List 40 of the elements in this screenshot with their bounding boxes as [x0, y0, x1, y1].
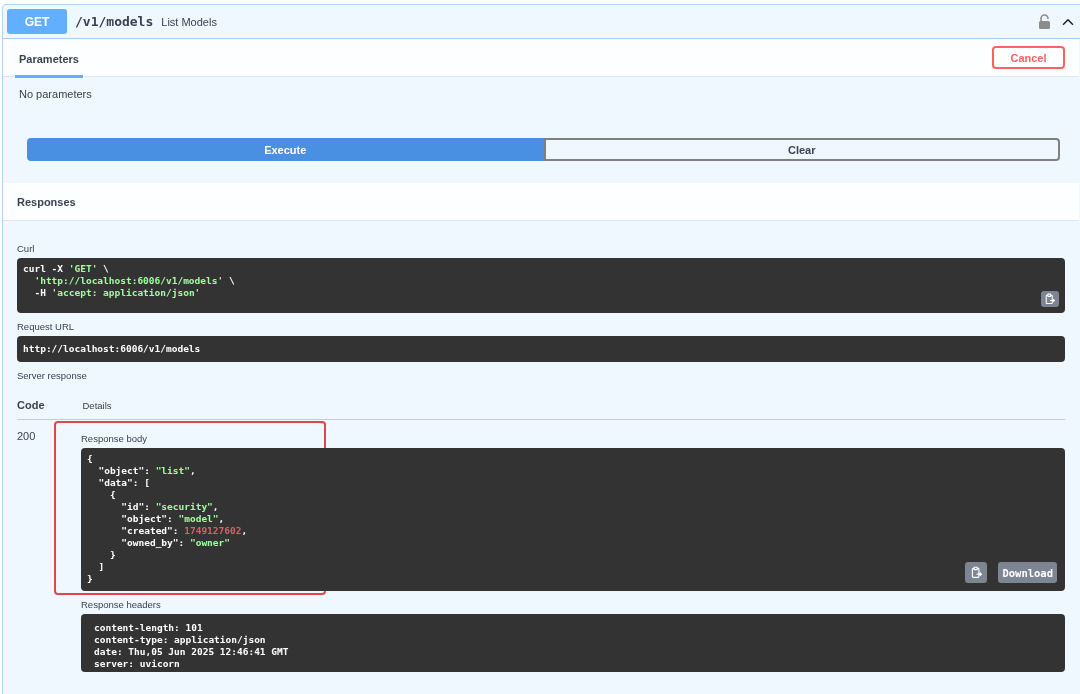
code-line: "id": "security",	[120, 501, 219, 513]
unlocked-lock-icon[interactable]	[1038, 14, 1051, 29]
column-header: Code	[17, 399, 45, 411]
section-tab[interactable]: Parameters	[15, 40, 83, 78]
code-line: "object": "model",	[120, 513, 225, 525]
code-line: }	[108, 549, 116, 561]
code-line: curl -X 'GET' \	[23, 263, 109, 275]
request-url-label: Request URL	[17, 321, 76, 332]
code-line: -H 'accept: application/json'	[33, 287, 201, 299]
code-line: "created": 1749127602,	[120, 525, 248, 537]
code-line: }	[87, 573, 93, 585]
server-response-label: Server response	[17, 370, 88, 381]
no-parameters-text: No parameters	[19, 88, 93, 100]
code-line: ]	[97, 561, 105, 573]
status-code: 200	[17, 429, 37, 444]
clear-button[interactable]: Clear	[543, 138, 1060, 161]
method-badge: GET	[7, 9, 67, 34]
code-line: "object": "list",	[97, 465, 196, 477]
code-line: {	[87, 453, 93, 465]
code-line: {	[108, 489, 116, 501]
request-url-value: http://localhost:6006/v1/models	[17, 336, 1065, 362]
response-headers-label: Response headers	[81, 599, 162, 610]
code-line: 'http://localhost:6006/v1/models' \	[33, 275, 235, 287]
download-button[interactable]: Download	[998, 562, 1057, 583]
response-body-label: Response body	[81, 433, 149, 444]
endpoint-summary: List Models	[161, 15, 218, 28]
header-line: date: Thu,05 Jun 2025 12:46:41 GMT	[94, 646, 289, 658]
header-line: content-length: 101	[94, 622, 203, 634]
code-line: "data": [	[97, 477, 150, 489]
copy-icon	[969, 566, 983, 579]
code-line: "owned_by": "owner"	[120, 537, 230, 549]
endpoint-path: /v1/models	[75, 14, 154, 29]
header-line: server: uvicorn	[94, 658, 180, 670]
header-line: content-type: application/json	[94, 634, 266, 646]
copy-icon	[1044, 293, 1056, 305]
column-header: Details	[82, 400, 112, 411]
responses-title: Responses	[17, 195, 76, 208]
curl-label: Curl	[17, 243, 36, 254]
copy-button[interactable]	[965, 562, 987, 583]
copy-button[interactable]	[1041, 291, 1059, 307]
